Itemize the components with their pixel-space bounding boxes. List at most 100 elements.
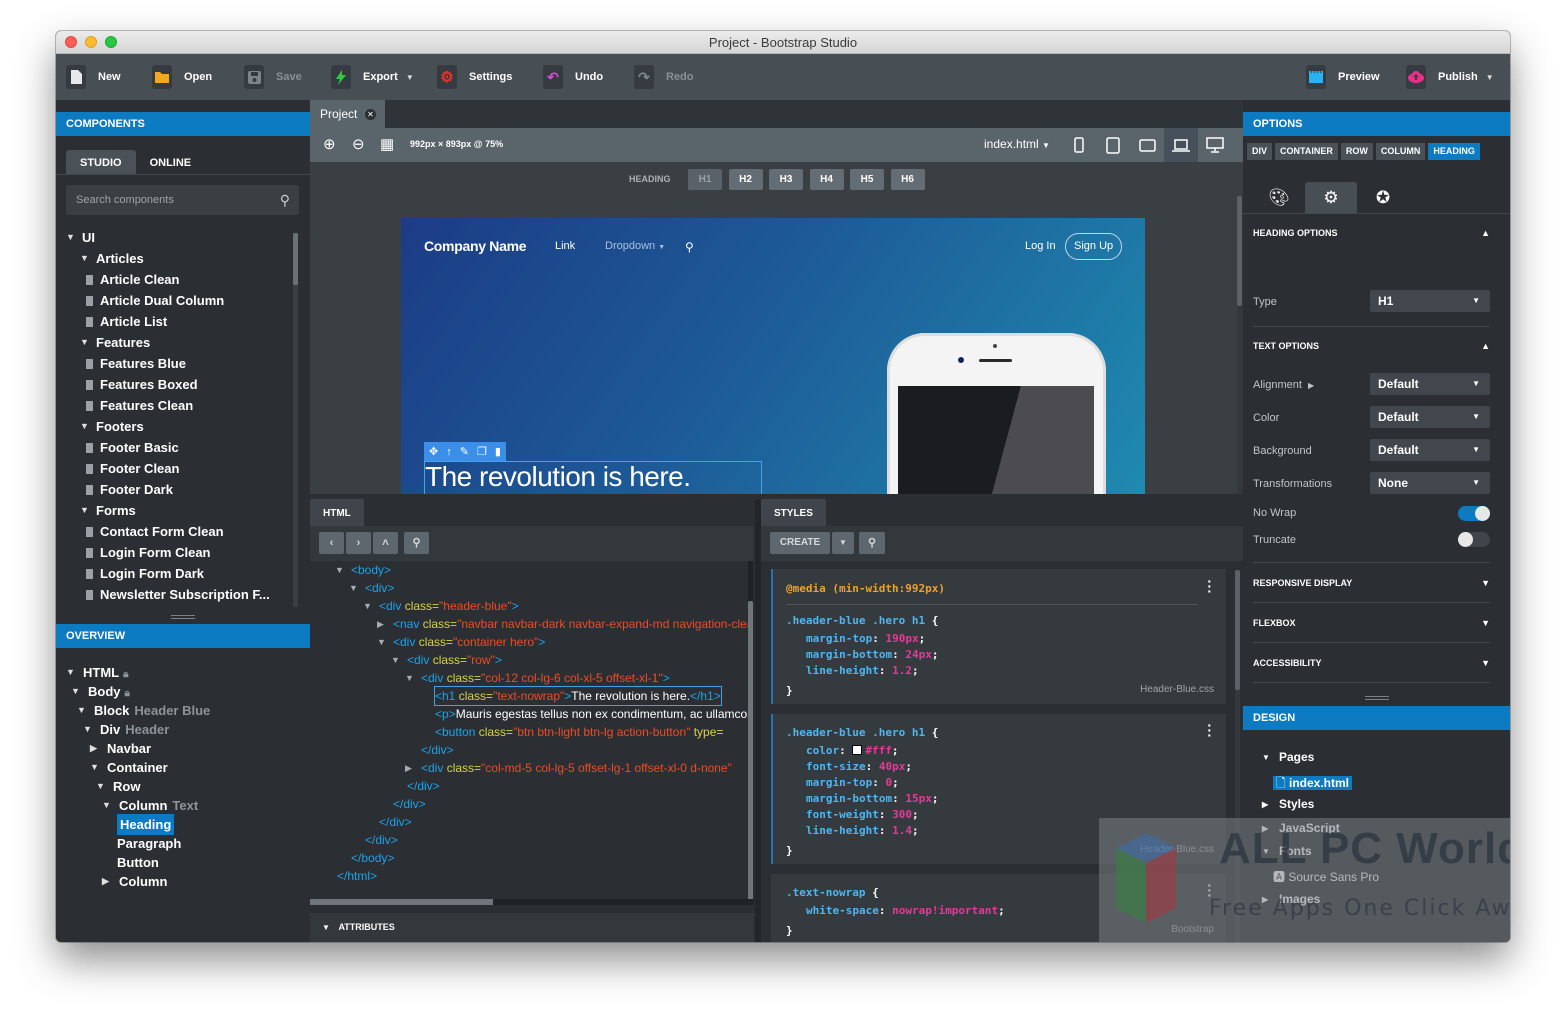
- tab-online[interactable]: ONLINE: [136, 150, 206, 174]
- device-laptop[interactable]: [1164, 128, 1198, 162]
- css-rule-card[interactable]: .header-blue .hero h1 {color: #fff; font-…: [771, 714, 1226, 864]
- html-node-line[interactable]: <p>Mauris egestas tellus non ex condimen…: [435, 705, 748, 723]
- heading-button-h4[interactable]: H4: [809, 169, 844, 190]
- page-select[interactable]: index.html ▼: [984, 137, 1050, 151]
- flexbox-group[interactable]: FLEXBOX ▼: [1253, 608, 1490, 638]
- styles-search-button[interactable]: ⚲: [859, 532, 885, 554]
- settings-button[interactable]: ⚙ Settings: [437, 64, 512, 90]
- expand-right-icon[interactable]: ▶: [377, 615, 384, 633]
- html-node-line[interactable]: ▶ <nav class="navbar navbar-dark navbar-e…: [377, 615, 748, 633]
- design-node-javascript[interactable]: ▶ JavaScript: [1262, 821, 1340, 835]
- component-item[interactable]: Features Blue: [56, 353, 186, 374]
- navbar-brand[interactable]: Company Name: [424, 238, 527, 254]
- device-tablet-portrait[interactable]: [1096, 128, 1130, 162]
- html-node-line[interactable]: ▼ <div class="row">: [391, 651, 502, 669]
- publish-dropdown-caret-icon[interactable]: ▼: [1486, 73, 1494, 82]
- open-button[interactable]: Open: [152, 64, 212, 90]
- overview-node-button[interactable]: Button: [56, 852, 159, 873]
- prev-element-button[interactable]: ‹: [319, 532, 344, 554]
- component-group[interactable]: ▼ Features: [56, 332, 150, 353]
- css-declaration[interactable]: margin-top: 190px;: [806, 632, 925, 645]
- design-node-source-sans-pro[interactable]: 🅰︎ Source Sans Pro: [1273, 868, 1379, 885]
- component-group[interactable]: ▼ UI: [56, 227, 95, 248]
- styles-scroll-thumb[interactable]: [1235, 570, 1240, 690]
- edit-pencil-icon[interactable]: ✎: [460, 445, 469, 458]
- tab-project[interactable]: Project ✕: [310, 100, 385, 128]
- css-declaration[interactable]: margin-top: 0;: [806, 776, 899, 789]
- tab-appearance[interactable]: 🎨︎: [1253, 182, 1305, 213]
- more-options-icon[interactable]: · · ·: [1207, 718, 1212, 742]
- background-select[interactable]: Default ▼: [1370, 439, 1490, 461]
- component-group[interactable]: ▼ Articles: [56, 248, 144, 269]
- heading-button-h1[interactable]: H1: [688, 169, 722, 190]
- component-item[interactable]: Footer Basic: [56, 437, 179, 458]
- components-scrollbar[interactable]: [293, 233, 298, 607]
- attributes-section[interactable]: ▼ ATTRIBUTES: [310, 913, 754, 942]
- tab-html[interactable]: HTML: [310, 499, 364, 526]
- breadcrumb-row[interactable]: ROW: [1340, 143, 1373, 160]
- expand-down-icon[interactable]: ▼: [66, 227, 75, 248]
- component-item[interactable]: Article Dual Column: [56, 290, 224, 311]
- html-vscroll-thumb[interactable]: [748, 601, 753, 901]
- color-swatch[interactable]: [852, 745, 863, 755]
- html-vscrollbar[interactable]: [748, 561, 753, 901]
- breadcrumb-container[interactable]: CONTAINER: [1275, 143, 1338, 160]
- html-node-line[interactable]: ▼ <div class="header-blue">: [363, 597, 519, 615]
- device-desktop[interactable]: [1198, 128, 1232, 162]
- create-dropdown-button[interactable]: ▼: [832, 532, 854, 554]
- overview-node-block[interactable]: ▼ Block Header Blue: [56, 700, 210, 721]
- expand-down-icon[interactable]: ▼: [1262, 753, 1270, 762]
- alignment-select[interactable]: Default ▼: [1370, 373, 1490, 395]
- html-hscrollbar[interactable]: [310, 899, 754, 905]
- component-item[interactable]: Article Clean: [56, 269, 179, 290]
- expand-right-icon[interactable]: ▶: [102, 871, 109, 892]
- accessibility-group[interactable]: ACCESSIBILITY ▼: [1253, 648, 1490, 678]
- page-preview[interactable]: Company Name Link Dropdown ▼ ⚲ Log In Si…: [401, 218, 1145, 494]
- zoom-out-icon[interactable]: ⊖: [352, 135, 365, 153]
- delete-trash-icon[interactable]: ▮: [495, 445, 501, 458]
- preview-button[interactable]: Preview: [1306, 64, 1380, 90]
- heading-button-h3[interactable]: H3: [769, 169, 803, 190]
- component-item[interactable]: Features Boxed: [56, 374, 198, 395]
- design-node-fonts[interactable]: ▼ Fonts: [1262, 844, 1312, 858]
- expand-down-icon[interactable]: ▼: [83, 719, 92, 740]
- tab-options[interactable]: ⚙: [1305, 182, 1357, 213]
- html-search-button[interactable]: ⚲: [404, 532, 429, 554]
- component-item[interactable]: Newsletter Subscription F...: [56, 584, 270, 605]
- overview-node-heading[interactable]: Heading: [56, 814, 175, 835]
- css-declaration[interactable]: font-weight: 300;: [806, 808, 919, 821]
- css-rule-card[interactable]: @media (min-width:992px) .header-blue .he…: [771, 569, 1226, 704]
- canvas-scroll-thumb[interactable]: [1237, 196, 1242, 306]
- components-scroll-thumb[interactable]: [293, 233, 298, 285]
- type-select[interactable]: H1 ▼: [1370, 290, 1490, 312]
- design-node-images[interactable]: ▶ Images: [1262, 892, 1320, 906]
- overview-node-html[interactable]: ▼ HTML 🔒︎: [56, 662, 128, 683]
- expand-down-icon[interactable]: ▼: [90, 757, 99, 778]
- nav-link[interactable]: Link: [555, 240, 575, 252]
- design-canvas[interactable]: Company Name Link Dropdown ▼ ⚲ Log In Si…: [310, 196, 1243, 494]
- css-declaration[interactable]: line-height: 1.4;: [806, 824, 919, 837]
- nav-search-icon[interactable]: ⚲: [685, 240, 694, 254]
- component-item[interactable]: Login Form Clean: [56, 542, 211, 563]
- search-icon[interactable]: ⚲: [280, 185, 290, 215]
- undo-button[interactable]: ↶ Undo: [543, 64, 603, 90]
- search-components-input[interactable]: Search components ⚲: [66, 185, 299, 215]
- expand-down-icon[interactable]: ▼: [71, 681, 80, 702]
- truncate-toggle[interactable]: [1458, 532, 1490, 547]
- html-node-line[interactable]: ▼ <div>: [349, 579, 394, 597]
- export-button[interactable]: Export ▼: [331, 64, 414, 90]
- login-link[interactable]: Log In: [1025, 240, 1056, 252]
- html-node-line[interactable]: </div>: [379, 813, 412, 831]
- nowrap-toggle[interactable]: [1458, 506, 1490, 521]
- expand-down-icon[interactable]: ▼: [377, 633, 386, 651]
- save-button[interactable]: Save: [244, 64, 302, 90]
- select-parent-icon[interactable]: ↑: [446, 446, 452, 458]
- expand-down-icon[interactable]: ▼: [349, 579, 358, 597]
- expand-right-icon[interactable]: ▶: [405, 759, 412, 777]
- transformations-select[interactable]: None ▼: [1370, 472, 1490, 494]
- expand-down-icon[interactable]: ▼: [102, 795, 111, 816]
- html-node-line[interactable]: </div>: [393, 795, 426, 813]
- design-node-pages[interactable]: ▼ Pages: [1262, 750, 1314, 764]
- overview-node-navbar[interactable]: ▶ Navbar: [56, 738, 151, 759]
- next-element-button[interactable]: ›: [346, 532, 371, 554]
